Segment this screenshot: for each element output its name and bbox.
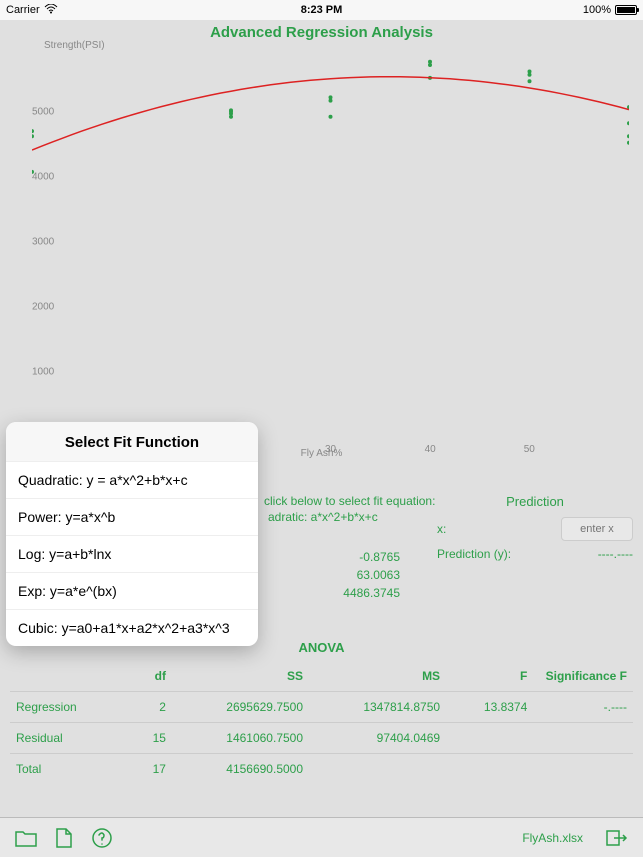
coef-b: 63.0063 — [260, 566, 400, 584]
carrier-label: Carrier — [6, 4, 40, 16]
y-tick: 4000 — [32, 171, 54, 182]
chart-area: Strength(PSI) 1000 2000 3000 4000 5000 3… — [10, 36, 633, 461]
filename-label: FlyAsh.xlsx — [522, 831, 583, 845]
prediction-panel: Prediction x: Prediction (y): ----.---- — [437, 494, 633, 567]
fit-option-log[interactable]: Log: y=a+b*lnx — [6, 536, 258, 573]
anova-h2: SS — [172, 661, 309, 692]
fit-option-power[interactable]: Power: y=a*x^b — [6, 499, 258, 536]
status-bar: Carrier 8:23 PM 100% — [0, 0, 643, 20]
x-tick: 50 — [524, 444, 535, 455]
table-row: Residual 15 1461060.7500 97404.0469 — [10, 723, 633, 754]
anova-h4: F — [446, 661, 533, 692]
popover-title: Select Fit Function — [6, 422, 258, 462]
file-icon[interactable] — [52, 826, 76, 850]
table-row: Regression 2 2695629.7500 1347814.8750 1… — [10, 692, 633, 723]
wifi-icon — [44, 4, 58, 17]
clock: 8:23 PM — [301, 4, 343, 16]
fit-function-popover: Select Fit Function Quadratic: y = a*x^2… — [6, 422, 258, 646]
y-tick: 2000 — [32, 301, 54, 312]
battery-percent: 100% — [583, 4, 611, 16]
export-icon[interactable] — [605, 826, 629, 850]
coefficients: -0.8765 63.0063 4486.3745 — [260, 548, 400, 602]
help-icon[interactable] — [90, 826, 114, 850]
plot: 1000 2000 3000 4000 5000 30 40 50 — [32, 52, 629, 441]
prediction-header: Prediction — [437, 494, 633, 509]
table-row: Total 17 4156690.5000 — [10, 754, 633, 785]
anova-h5: Significance F — [533, 661, 633, 692]
y-axis-label: Strength(PSI) — [44, 40, 105, 51]
coef-c: 4486.3745 — [260, 584, 400, 602]
prediction-x-label: x: — [437, 522, 446, 536]
prediction-y-value: ----.---- — [598, 547, 633, 561]
battery-icon — [615, 5, 637, 15]
y-tick: 1000 — [32, 366, 54, 377]
y-tick: 5000 — [32, 106, 54, 117]
y-tick: 3000 — [32, 236, 54, 247]
anova-h1: df — [110, 661, 172, 692]
anova-table: ANOVA df SS MS F Significance F Regressi… — [10, 640, 633, 784]
anova-h3: MS — [309, 661, 446, 692]
prediction-y-label: Prediction (y): — [437, 547, 511, 561]
fit-option-exp[interactable]: Exp: y=a*e^(bx) — [6, 573, 258, 610]
folder-icon[interactable] — [14, 826, 38, 850]
fit-option-cubic[interactable]: Cubic: y=a0+a1*x+a2*x^2+a3*x^3 — [6, 610, 258, 646]
anova-h0 — [10, 661, 110, 692]
fit-option-quadratic[interactable]: Quadratic: y = a*x^2+b*x+c — [6, 462, 258, 499]
x-axis-label: Fly Ash% — [301, 448, 343, 459]
coef-a: -0.8765 — [260, 548, 400, 566]
bottom-toolbar: FlyAsh.xlsx — [0, 817, 643, 857]
prediction-x-input[interactable] — [561, 517, 633, 541]
x-tick: 40 — [425, 444, 436, 455]
